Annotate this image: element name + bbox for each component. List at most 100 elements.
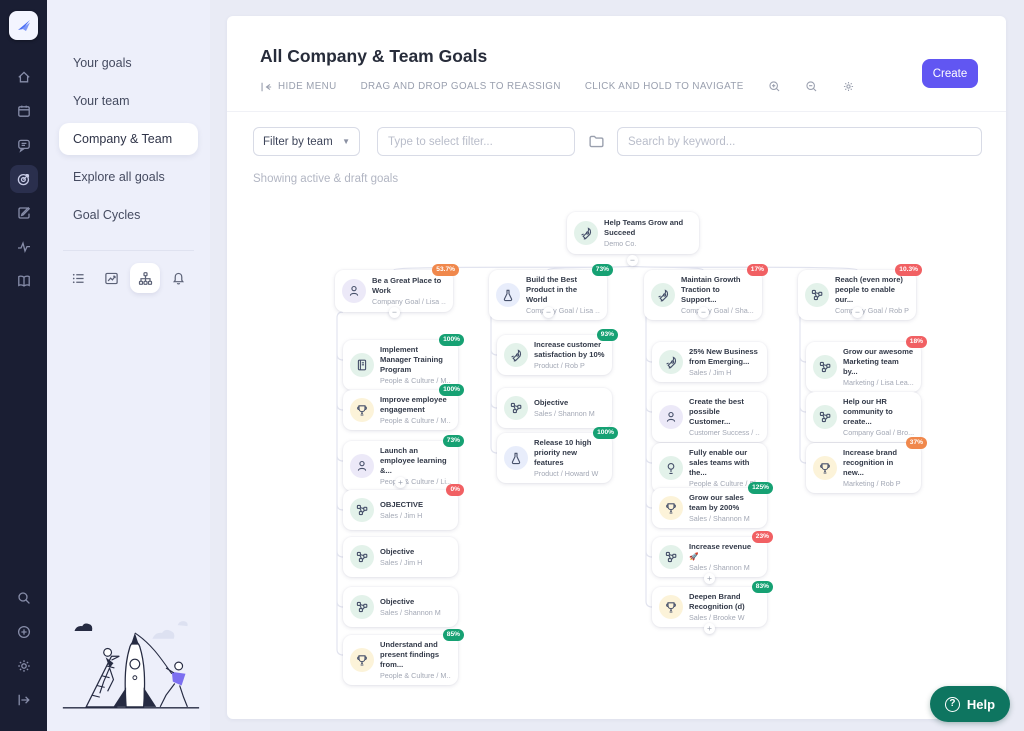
expand-toggle[interactable]: + [395,477,406,488]
goal-title: Implement Manager Training Program [380,345,451,375]
compose-icon[interactable] [10,199,38,227]
book-icon[interactable] [10,267,38,295]
app-logo[interactable] [9,11,38,40]
network-icon [504,396,528,420]
network-icon [659,545,683,569]
goal-subtitle: Company Goal / Lisa ... [526,306,600,315]
sidebar-item-your-goals[interactable]: Your goals [59,47,198,79]
goal-title: Increase revenue 🚀 [689,542,760,562]
chart-view-icon[interactable] [97,263,127,293]
calendar-icon[interactable] [10,97,38,125]
sidebar: Your goals Your team Company & Team Expl… [47,0,210,731]
goal-title: Launch an employee learning &... [380,446,451,476]
progress-badge: 85% [443,629,464,641]
goal-title: Increase customer satisfaction by 10% [534,340,605,360]
goal-subtitle: Company Goal / Bro... [843,428,914,437]
goal-subtitle: Sales / Jim H [380,511,423,520]
goal-map-canvas[interactable]: Help Teams Grow and SucceedDemo Co. − 53… [227,16,1006,719]
goal-card[interactable]: 0% OBJECTIVESales / Jim H [343,490,458,530]
rocket-icon [574,221,598,245]
content-card: All Company & Team Goals HIDE MENU DRAG … [227,16,1006,719]
search-icon[interactable] [10,584,38,612]
rocket-icon [504,343,528,367]
progress-badge: 73% [592,264,613,276]
sign-out-icon[interactable] [10,686,38,714]
collapse-toggle[interactable]: − [389,307,400,318]
goal-subtitle: Product / Rob P [534,361,605,370]
goal-title: Objective [534,398,595,408]
rocket-icon [651,283,675,307]
goal-title: Maintain Growth Traction to Support... [681,275,755,305]
progress-badge: 18% [906,336,927,348]
goal-card[interactable]: 100% Implement Manager Training ProgramP… [343,340,458,390]
goal-subtitle: Sales / Jim H [689,368,760,377]
progress-badge: 125% [748,482,773,494]
network-icon [805,283,829,307]
goal-card-root[interactable]: Help Teams Grow and SucceedDemo Co. [567,212,699,254]
goal-card[interactable]: ObjectiveSales / Shannon M [343,587,458,627]
progress-badge: 93% [597,329,618,341]
flask-icon [504,446,528,470]
goal-title: Create the best possible Customer... [689,397,760,427]
sidebar-item-company-team[interactable]: Company & Team [59,123,198,155]
goal-title: Increase brand recognition in new... [843,448,914,478]
goal-title: Objective [380,547,422,557]
tree-view-icon[interactable] [130,263,160,293]
goal-card[interactable]: Create the best possible Customer...Cust… [652,392,767,442]
collapse-toggle[interactable]: − [627,255,638,266]
goal-card[interactable]: 18% Grow our awesome Marketing team by..… [806,342,921,392]
sidebar-item-explore-all-goals[interactable]: Explore all goals [59,161,198,193]
goal-card[interactable]: 125% Grow our sales team by 200%Sales / … [652,488,767,528]
goal-card[interactable]: 83% Deepen Brand Recognition (d)Sales / … [652,587,767,627]
trophy-icon [659,496,683,520]
trophy-icon [659,595,683,619]
list-view-icon[interactable] [63,263,93,293]
goal-card[interactable]: 23% Increase revenue 🚀Sales / Shannon M [652,537,767,577]
network-icon [813,355,837,379]
bell-icon[interactable] [164,263,194,293]
goal-card[interactable]: 37% Increase brand recognition in new...… [806,443,921,493]
goal-title: Grow our sales team by 200% [689,493,760,513]
goal-card[interactable]: 53.7% Be a Great Place to WorkCompany Go… [335,270,453,312]
goal-title: Improve employee engagement [380,395,451,415]
goal-card[interactable]: 100% Release 10 high priority new featur… [497,433,612,483]
progress-badge: 23% [752,531,773,543]
goal-subtitle: Sales / Shannon M [534,409,595,418]
network-icon [813,405,837,429]
sidebar-item-goal-cycles[interactable]: Goal Cycles [59,199,198,231]
expand-toggle[interactable]: + [704,623,715,634]
goal-card[interactable]: 100% Improve employee engagementPeople &… [343,390,458,430]
goal-subtitle: People & Culture / M... [380,671,451,680]
chat-icon[interactable] [10,131,38,159]
activity-icon[interactable] [10,233,38,261]
icon-rail [0,0,47,731]
home-icon[interactable] [10,63,38,91]
view-switcher [47,263,210,293]
goal-card[interactable]: ObjectiveSales / Jim H [343,537,458,577]
progress-badge: 53.7% [432,264,459,276]
goal-card[interactable]: ObjectiveSales / Shannon M [497,388,612,428]
rocket-icon [659,350,683,374]
goal-card[interactable]: 93% Increase customer satisfaction by 10… [497,335,612,375]
sidebar-item-your-team[interactable]: Your team [59,85,198,117]
goal-title: Release 10 high priority new features [534,438,605,468]
goal-card[interactable]: 25% New Business from Emerging...Sales /… [652,342,767,382]
goal-subtitle: Sales / Shannon M [380,608,441,617]
goal-title: Deepen Brand Recognition (d) [689,592,760,612]
add-circle-icon[interactable] [10,618,38,646]
collapse-toggle[interactable]: − [698,307,709,318]
goal-card[interactable]: Help our HR community to create...Compan… [806,392,921,442]
goal-card[interactable]: 85% Understand and present findings from… [343,635,458,685]
collapse-toggle[interactable]: − [543,307,554,318]
gear-icon[interactable] [10,652,38,680]
collapse-toggle[interactable]: − [852,307,863,318]
goals-target-icon[interactable] [10,165,38,193]
goal-subtitle: People & Culture / M... [380,416,451,425]
help-button[interactable]: ? Help [930,686,1010,722]
progress-badge: 83% [752,581,773,593]
goal-subtitle: Sales / Shannon M [689,514,760,523]
expand-toggle[interactable]: + [704,573,715,584]
goal-subtitle: Sales / Brooke W [689,613,760,622]
goal-title: Objective [380,597,441,607]
goal-subtitle: Company Goal / Sha... [681,306,755,315]
